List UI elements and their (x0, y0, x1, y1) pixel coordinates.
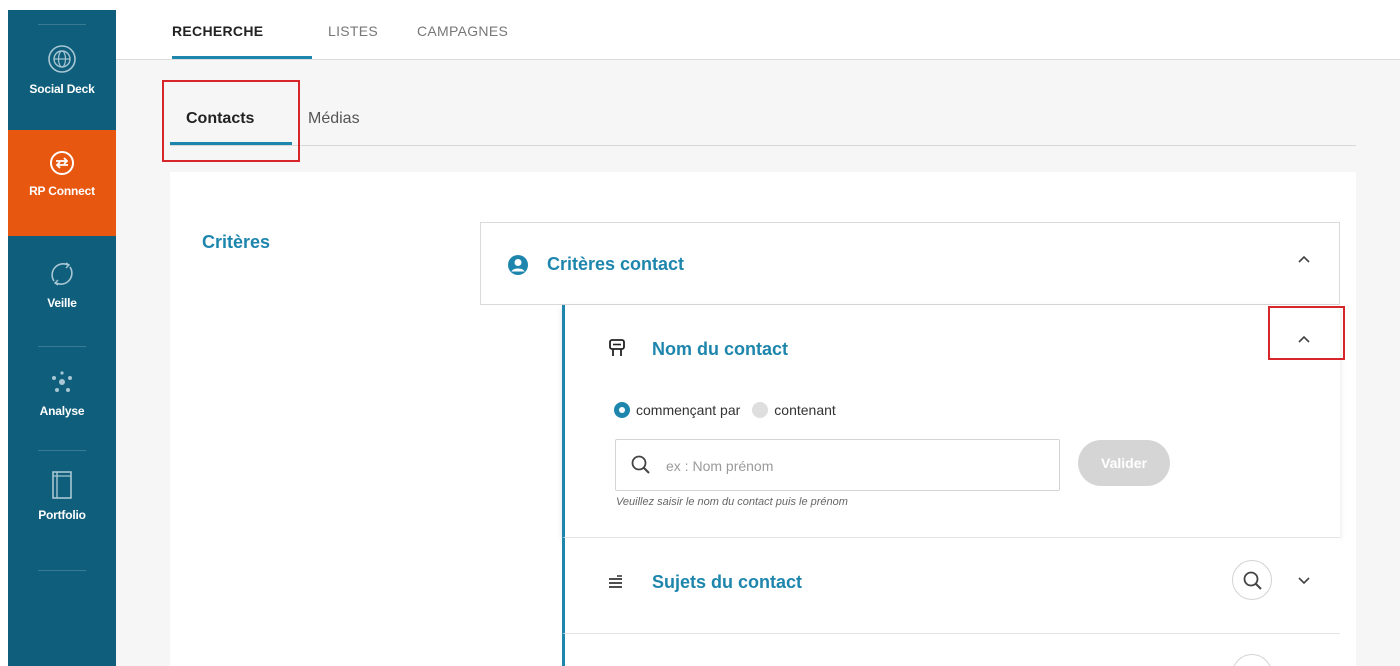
search-icon (1243, 571, 1262, 590)
sidebar: Social Deck RP Connect Veille Analyse Po… (8, 10, 116, 666)
sidebar-item-rp-connect[interactable]: RP Connect (8, 130, 116, 236)
book-icon (52, 471, 72, 499)
validate-button[interactable]: Valider (1078, 440, 1170, 486)
section-title: Critères contact (547, 254, 685, 274)
network-icon (52, 371, 72, 392)
sidebar-item-veille[interactable]: Veille (8, 236, 116, 344)
radio-label: contenant (774, 402, 836, 418)
user-circle-icon (508, 255, 528, 275)
sidebar-item-portfolio[interactable]: Portfolio (8, 454, 116, 554)
radio-starts-with[interactable] (614, 402, 630, 418)
criteria-heading: Critères (202, 232, 271, 252)
exchange-icon (50, 151, 74, 175)
sub-tabs: Contacts Médias (170, 104, 1356, 146)
chevron-down-icon[interactable] (1296, 572, 1312, 588)
highlight-box (1268, 306, 1345, 360)
name-search-input[interactable] (666, 454, 1046, 478)
sidebar-divider (38, 570, 86, 571)
match-mode-radio-group: commençant par contenant (614, 402, 836, 418)
sidebar-item-social-deck[interactable]: Social Deck (8, 30, 116, 130)
next-criteria-card[interactable] (562, 634, 1340, 666)
sidebar-item-label: Social Deck (29, 82, 95, 96)
refresh-icon (51, 262, 73, 286)
app-root: Social Deck RP Connect Veille Analyse Po… (0, 0, 1400, 666)
top-nav: RECHERCHE LISTES CAMPAGNES (116, 10, 1400, 60)
tab-recherche[interactable]: RECHERCHE (172, 23, 263, 39)
radio-contains[interactable] (752, 402, 769, 418)
tab-campagnes[interactable]: CAMPAGNES (417, 23, 508, 39)
sidebar-divider (38, 450, 86, 451)
globe-icon (48, 45, 76, 73)
sidebar-divider (38, 346, 86, 347)
sidebar-item-analyse[interactable]: Analyse (8, 350, 116, 450)
active-tab-indicator (172, 56, 312, 59)
name-card-title: Nom du contact (652, 339, 789, 359)
name-search-field (615, 439, 1060, 491)
highlight-box (162, 80, 300, 162)
tab-medias[interactable]: Médias (308, 110, 360, 128)
radio-label: commençant par (636, 402, 741, 418)
subjects-card-title: Sujets du contact (652, 572, 803, 592)
list-icon (609, 575, 622, 588)
sign-icon (609, 339, 625, 356)
sidebar-item-label: Analyse (39, 404, 85, 418)
sidebar-item-label: Veille (47, 296, 77, 310)
sidebar-item-label: RP Connect (29, 184, 95, 198)
search-icon (631, 455, 650, 474)
subjects-search-button[interactable] (1232, 560, 1272, 600)
chevron-up-icon[interactable] (1296, 252, 1312, 268)
input-hint: Veuillez saisir le nom du contact puis l… (616, 496, 848, 508)
tab-listes[interactable]: LISTES (328, 23, 378, 39)
sidebar-item-label: Portfolio (38, 508, 86, 522)
sidebar-divider (38, 24, 86, 25)
